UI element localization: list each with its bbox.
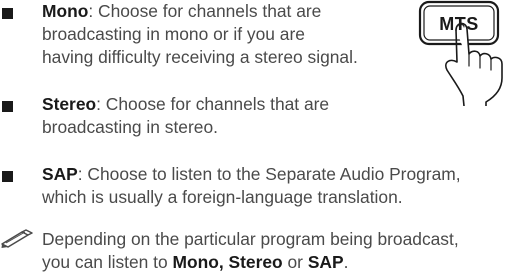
item-line: broadcasting in stereo.	[42, 117, 218, 137]
bullet-square-icon	[2, 8, 13, 19]
item-line: : Choose for channels that are	[96, 94, 330, 114]
item-line: broadcasting in mono or if you are	[42, 24, 305, 44]
term-mono: Mono	[42, 1, 89, 21]
bullet-square-icon	[2, 171, 13, 182]
mts-button-label: MTS	[439, 14, 479, 34]
note-line-or: or	[282, 252, 308, 272]
item-line: having difficulty receiving a stereo sig…	[42, 47, 358, 67]
note-text: Depending on the particular program bein…	[42, 228, 459, 273]
list-item-text: Mono: Choose for channels that are broad…	[42, 0, 358, 69]
note-pencil-icon	[1, 229, 33, 248]
item-line: : Choose to listen to the Separate Audio…	[77, 164, 461, 184]
note-line-suffix: .	[343, 252, 349, 272]
note-option-sap: SAP	[307, 252, 344, 272]
mts-button-illustration: MTS	[416, 0, 528, 106]
bullet-square-icon	[2, 101, 13, 112]
term-stereo: Stereo	[42, 94, 97, 114]
term-sap: SAP	[42, 164, 78, 184]
item-line: : Choose for channels that are	[88, 1, 322, 21]
note-option-mono-stereo: Mono, Stereo	[172, 252, 283, 272]
note-line: Depending on the particular program bein…	[42, 229, 459, 249]
note-line-prefix: you can listen to	[42, 252, 173, 272]
list-item-text: SAP: Choose to listen to the Separate Au…	[42, 163, 461, 209]
item-line: which is usually a foreign-language tran…	[42, 187, 403, 207]
list-item-text: Stereo: Choose for channels that are bro…	[42, 93, 329, 139]
